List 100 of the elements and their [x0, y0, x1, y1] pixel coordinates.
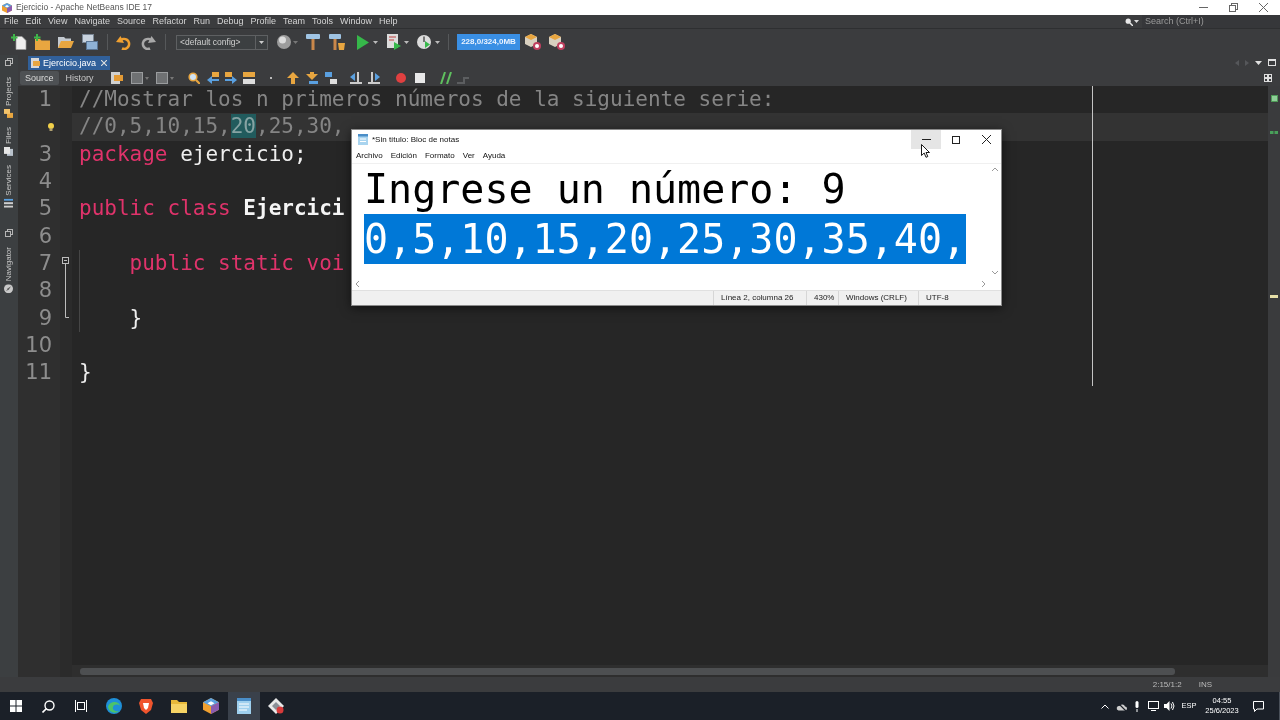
document-play-icon[interactable] — [387, 34, 401, 50]
menu-item[interactable]: View — [45, 15, 71, 28]
editor-tab[interactable]: Ejercicio.java — [28, 56, 111, 70]
taskbar-app[interactable] — [227, 692, 260, 720]
task-view-icon[interactable] — [75, 700, 88, 712]
status-text: UTF-8 — [926, 292, 949, 304]
folders-icon — [4, 108, 14, 118]
menu-item[interactable]: Window — [337, 15, 376, 28]
caret-marker — [1270, 295, 1278, 298]
menu-item[interactable]: Ayuda — [482, 149, 506, 163]
microphone-icon[interactable] — [1134, 700, 1140, 712]
play-icon[interactable] — [355, 34, 369, 50]
line-number: 4 — [38, 168, 53, 196]
menu-item[interactable]: Profile — [247, 15, 280, 28]
chevron-up-icon[interactable] — [1101, 703, 1109, 709]
restore-window-icon — [1228, 3, 1238, 12]
text-area[interactable]: Ingrese un número: 9 0,5,10,15,20,25,30,35,40, — [352, 164, 989, 278]
caret-icon[interactable] — [1134, 20, 1139, 23]
grid-icon[interactable] — [1264, 74, 1272, 82]
left-arrow-icon[interactable] — [206, 72, 219, 84]
caret-icon[interactable] — [435, 40, 440, 44]
side-panel-tab[interactable]: Files — [4, 126, 14, 156]
speaker-icon[interactable] — [1163, 701, 1175, 711]
code-line: //Mostrar los n primeros números de la siguiente serie: — [79, 86, 775, 114]
menu-item[interactable]: File — [1, 15, 22, 28]
menu-item[interactable]: Edición — [390, 149, 417, 163]
horizontal-scrollbar[interactable] — [72, 665, 1268, 677]
search-field[interactable]: Search (Ctrl+I) — [1142, 15, 1280, 28]
menu-item[interactable]: Refactor — [149, 15, 190, 28]
folder-plus-icon[interactable] — [34, 34, 50, 50]
minimize-button[interactable] — [911, 130, 941, 149]
window-title: *Sin título: Bloc de notas — [372, 134, 460, 146]
maximize-icon[interactable] — [1268, 59, 1276, 66]
menu-item[interactable]: Help — [376, 15, 401, 28]
search-icon[interactable] — [1125, 17, 1133, 26]
config-dropdown[interactable]: <default config> — [176, 34, 268, 50]
caret-icon[interactable] — [373, 40, 378, 44]
menu-item[interactable]: Team — [280, 15, 309, 28]
menu-item[interactable]: Source — [113, 15, 149, 28]
search-icon[interactable] — [187, 72, 200, 84]
stacked-windows-icon[interactable] — [82, 34, 98, 50]
cube-badge-icon[interactable] — [549, 34, 565, 50]
document-icon[interactable] — [110, 72, 123, 84]
line-number: 5 — [38, 195, 53, 223]
shift-right-icon[interactable] — [367, 72, 380, 84]
menu-item[interactable]: Edit — [22, 15, 45, 28]
new-file-icon[interactable] — [11, 34, 27, 50]
caret-icon[interactable] — [259, 40, 264, 44]
cube-badge-icon[interactable] — [525, 34, 541, 50]
menu-item[interactable]: Formato — [424, 149, 455, 163]
side-panel-tab[interactable]: Navigator — [4, 247, 14, 294]
shield-logo-icon — [139, 698, 154, 714]
menu-item[interactable]: Navigate — [71, 15, 113, 28]
right-arrow-icon[interactable] — [224, 72, 237, 84]
restore-window-icon[interactable] — [5, 229, 13, 238]
view-tab[interactable]: History — [60, 71, 99, 85]
shift-left-icon[interactable] — [349, 72, 362, 84]
menu-item[interactable]: Archivo — [356, 149, 383, 163]
up-arrow-icon[interactable] — [286, 72, 299, 84]
square-icon[interactable] — [155, 72, 168, 84]
shapes-icon[interactable] — [324, 72, 337, 84]
menu-item[interactable]: Ver — [462, 149, 475, 163]
cloud-icon[interactable] — [1115, 701, 1127, 711]
clock-play-icon[interactable] — [417, 35, 431, 49]
hammer-bucket-icon[interactable] — [329, 34, 345, 50]
undo-icon[interactable] — [116, 34, 132, 50]
minimize-icon — [921, 139, 931, 140]
redo-icon[interactable] — [140, 34, 156, 50]
close-icon[interactable] — [101, 60, 108, 66]
window-title: Ejercicio - Apache NetBeans IDE 17 — [16, 1, 153, 14]
close-icon — [1258, 3, 1268, 12]
search-icon[interactable] — [42, 699, 56, 713]
restore-window-icon[interactable] — [5, 58, 13, 66]
double-slash-icon[interactable] — [439, 72, 452, 84]
monitor-icon[interactable] — [1147, 701, 1159, 711]
down-arrow-icon[interactable] — [305, 72, 318, 84]
server-icon — [4, 198, 14, 208]
caret-icon[interactable] — [1255, 60, 1262, 65]
record-icon[interactable] — [395, 73, 406, 83]
view-tab[interactable]: Source — [20, 71, 59, 85]
status-text: Windows (CRLF) — [846, 292, 907, 304]
menu-item[interactable]: Tools — [309, 15, 337, 28]
side-panel-tab[interactable]: Projects — [4, 77, 14, 118]
sphere-icon[interactable] — [277, 35, 291, 49]
line-number: 6 — [38, 222, 53, 250]
notepad-icon — [358, 134, 368, 145]
stop-icon[interactable] — [414, 73, 425, 83]
open-folder-icon[interactable] — [58, 34, 74, 50]
caret-icon[interactable] — [404, 40, 409, 44]
windows-logo-icon[interactable] — [10, 700, 23, 712]
menu-item[interactable]: Debug — [214, 15, 247, 28]
square-icon[interactable] — [130, 72, 143, 84]
menu-item[interactable]: Run — [190, 15, 213, 28]
code-line: public static voi — [128, 249, 345, 277]
hammer-icon[interactable] — [306, 34, 320, 50]
maximize-icon — [952, 135, 960, 144]
side-panel-tab[interactable]: Services — [4, 164, 14, 208]
fold-collapse-icon[interactable] — [62, 256, 69, 278]
notification-icon[interactable] — [1252, 700, 1264, 712]
bars-icon[interactable] — [242, 72, 255, 84]
